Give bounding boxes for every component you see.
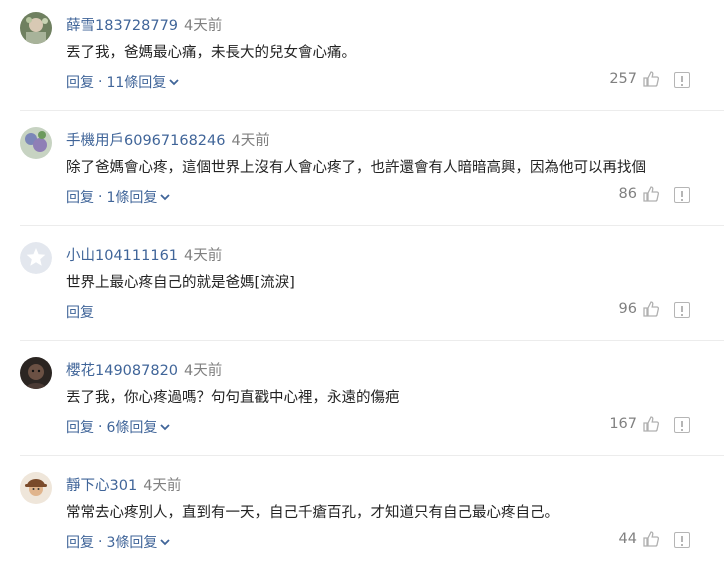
report-icon[interactable] (674, 187, 690, 203)
like-button[interactable]: 96 (619, 300, 660, 318)
comment-username[interactable]: 薛雪183728779 4天前 (66, 14, 222, 35)
like-count: 86 (618, 186, 637, 202)
report-icon[interactable] (674, 302, 690, 318)
like-count: 257 (609, 71, 637, 87)
thumbs-up-icon[interactable] (642, 300, 660, 318)
view-replies-button[interactable]: 1條回复 (106, 187, 157, 207)
comment-timestamp: 4天前 (184, 363, 223, 379)
separator: · (98, 74, 103, 90)
comment-actions: 回复 (66, 302, 94, 322)
comment-actions: 回复 · 6條回复 (66, 417, 171, 437)
comment-timestamp: 4天前 (184, 248, 223, 264)
divider (20, 110, 724, 111)
thumbs-up-icon[interactable] (642, 185, 660, 203)
like-count: 167 (609, 416, 637, 432)
chevron-down-icon[interactable] (169, 74, 179, 90)
view-replies-button[interactable]: 11條回复 (106, 72, 166, 92)
report-icon[interactable] (674, 72, 690, 88)
avatar[interactable] (20, 127, 52, 159)
separator: · (98, 419, 103, 435)
reply-button[interactable]: 回复 (66, 72, 94, 92)
comment-list: 薛雪183728779 4天前 丟了我，爸媽最心痛，未長大的兒女會心痛。 回复 ·… (0, 0, 724, 575)
comment-username[interactable]: 靜下心301 4天前 (66, 474, 181, 495)
comment-timestamp: 4天前 (231, 133, 270, 149)
comment-item: 薛雪183728779 4天前 丟了我，爸媽最心痛，未長大的兒女會心痛。 回复 ·… (0, 0, 724, 115)
chevron-down-icon[interactable] (160, 419, 171, 435)
reply-button[interactable]: 回复 (66, 302, 94, 322)
thumbs-up-icon[interactable] (642, 530, 660, 548)
like-button[interactable]: 167 (609, 415, 660, 433)
divider (20, 340, 724, 341)
comment-actions: 回复 · 3條回复 (66, 532, 171, 552)
comment-text: 世界上最心疼自己的就是爸媽[流淚] (66, 275, 295, 291)
view-replies-button[interactable]: 3條回复 (106, 532, 157, 552)
divider (20, 455, 724, 456)
avatar[interactable] (20, 242, 52, 274)
separator: · (98, 189, 103, 205)
comment-username[interactable]: 手機用戶60967168246 4天前 (66, 129, 270, 150)
like-button[interactable]: 44 (619, 530, 660, 548)
chevron-down-icon[interactable] (160, 534, 171, 550)
thumbs-up-icon[interactable] (642, 415, 660, 433)
reply-button[interactable]: 回复 (66, 532, 94, 552)
like-count: 44 (618, 531, 637, 547)
comment-text: 丟了我，爸媽最心痛，未長大的兒女會心痛。 (66, 45, 356, 61)
comment-actions: 回复 · 1條回复 (66, 187, 171, 207)
view-replies-button[interactable]: 6條回复 (106, 417, 157, 437)
comment-username[interactable]: 櫻花149087820 4天前 (66, 359, 222, 380)
comment-item: 靜下心301 4天前 常常去心疼別人，直到有一天，自己千瘡百孔，才知道只有自己最心… (0, 460, 724, 575)
thumbs-up-icon[interactable] (642, 70, 660, 88)
comment-timestamp: 4天前 (143, 478, 182, 494)
comment-item: 櫻花149087820 4天前 丟了我，你心疼過嗎？句句直戳中心裡，永遠的傷疤 回… (0, 345, 724, 460)
avatar[interactable] (20, 357, 52, 389)
separator: · (98, 534, 103, 550)
reply-button[interactable]: 回复 (66, 187, 94, 207)
comment-username[interactable]: 小山104111161 4天前 (66, 244, 222, 265)
comment-text: 丟了我，你心疼過嗎？句句直戳中心裡，永遠的傷疤 (66, 390, 400, 406)
avatar[interactable] (20, 472, 52, 504)
comment-text: 常常去心疼別人，直到有一天，自己千瘡百孔，才知道只有自己最心疼自己。 (66, 505, 559, 521)
divider (20, 225, 724, 226)
comment-item: 小山104111161 4天前 世界上最心疼自己的就是爸媽[流淚] 回复 96 (0, 230, 724, 345)
report-icon[interactable] (674, 417, 690, 433)
avatar[interactable] (20, 12, 52, 44)
comment-timestamp: 4天前 (184, 18, 223, 34)
like-button[interactable]: 257 (609, 70, 660, 88)
comment-text: 除了爸媽會心疼，這個世界上沒有人會心疼了，也許還會有人暗暗高興，因為他可以再找個 (66, 160, 646, 176)
report-icon[interactable] (674, 532, 690, 548)
comment-item: 手機用戶60967168246 4天前 除了爸媽會心疼，這個世界上沒有人會心疼了，… (0, 115, 724, 230)
comment-actions: 回复 · 11條回复 (66, 72, 179, 92)
like-button[interactable]: 86 (619, 185, 660, 203)
chevron-down-icon[interactable] (160, 189, 171, 205)
like-count: 96 (618, 301, 637, 317)
reply-button[interactable]: 回复 (66, 417, 94, 437)
